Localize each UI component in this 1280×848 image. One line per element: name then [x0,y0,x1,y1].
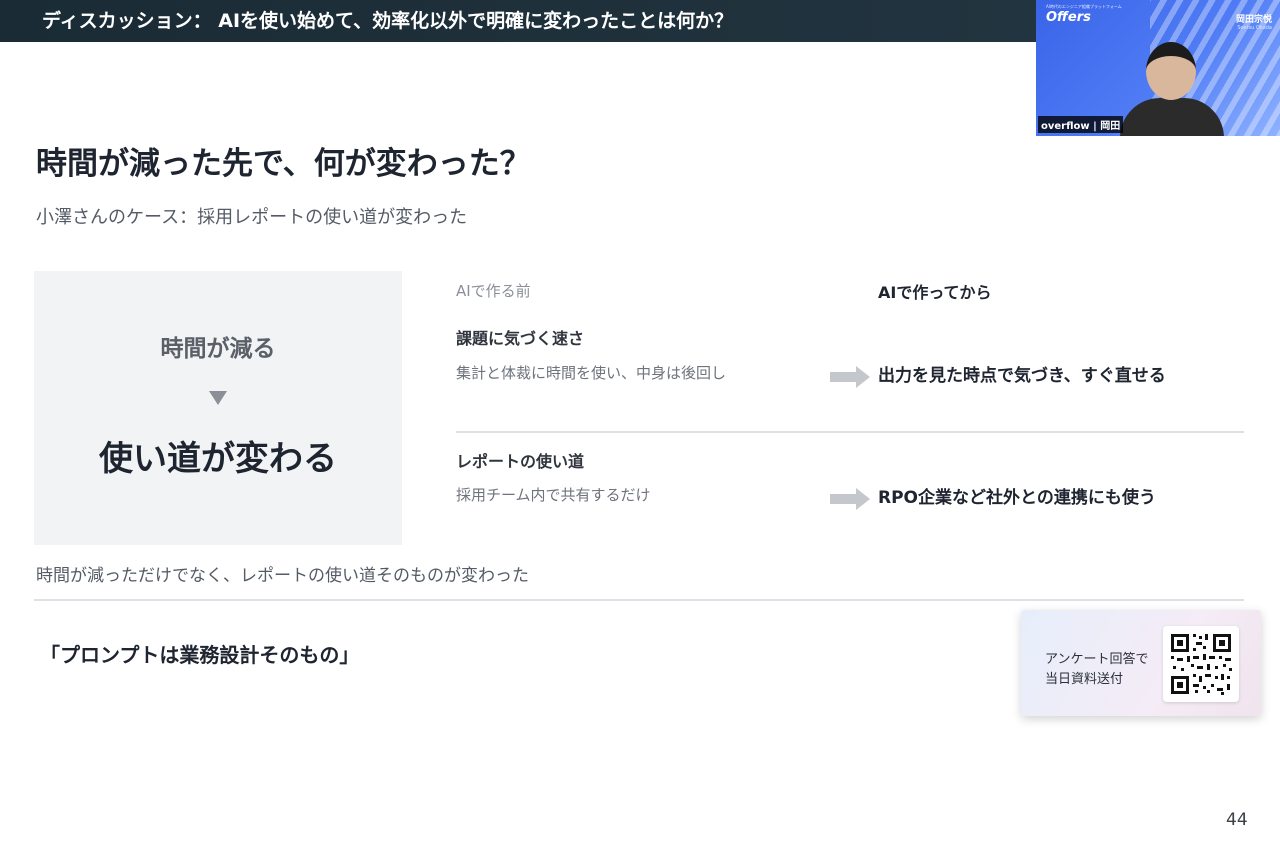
webcam-overlay: AI時代のエンジニア組織プラットフォーム Offers 岡田宗悦 Soetsu … [1036,0,1280,136]
right-arrow-icon [830,488,870,510]
slide-subtitle: 小澤さんのケース：採用レポートの使い道が変わった [36,207,468,228]
summary-bottom-text: 使い道が変わる [99,439,337,479]
page-number: 44 [1226,810,1248,830]
row-divider [456,431,1244,433]
qr-code-icon [1171,634,1232,695]
row-label: 課題に気づく速さ [456,329,585,348]
survey-card[interactable]: アンケート回答で 当日資料送付 [1021,610,1261,716]
speaker-name: 岡田宗悦 [1235,15,1272,25]
header-bar: ディスカッション： AIを使い始めて、効率化以外で明確に変わったことは何か？ [0,0,1036,42]
survey-qr-code[interactable] [1163,626,1239,702]
row-after-text: RPO企業など社外との連携にも使う [878,488,1156,508]
row-label: レポートの使い道 [456,452,585,471]
row-before-text: 採用チーム内で共有するだけ [456,486,651,504]
summary-box: 時間が減る 使い道が変わる [34,271,402,545]
summary-note: 時間が減っただけでなく、レポートの使い道そのものが変わった [36,566,529,586]
column-header-before: AIで作る前 [456,282,531,300]
survey-text-line2: 当日資料送付 [1045,672,1124,687]
section-divider [34,599,1244,601]
key-quote: 「プロンプトは業務設計そのもの」 [40,643,360,667]
right-arrow-icon [830,366,870,388]
speaker-head [1146,42,1196,100]
slide-title: 時間が減った先で、何が変わった？ [36,146,531,182]
row-before-text: 集計と体裁に時間を使い、中身は後回し [456,364,727,382]
row-after-text: 出力を見た時点で気づき、すぐ直せる [878,366,1166,386]
speaker-video [1120,38,1224,136]
header-title: ディスカッション： AIを使い始めて、効率化以外で明確に変わったことは何か？ [42,10,734,32]
webcam-name-label: overflow | 岡田 [1038,116,1124,133]
column-header-after: AIで作ってから [878,283,992,302]
summary-top-text: 時間が減る [160,336,276,362]
speaker-body [1120,98,1224,136]
speaker-roman-name: Soetsu Okada [1237,25,1272,31]
brand-logo: Offers [1046,10,1091,25]
down-triangle-icon [209,391,227,405]
survey-text-line1: アンケート回答で [1045,652,1149,667]
